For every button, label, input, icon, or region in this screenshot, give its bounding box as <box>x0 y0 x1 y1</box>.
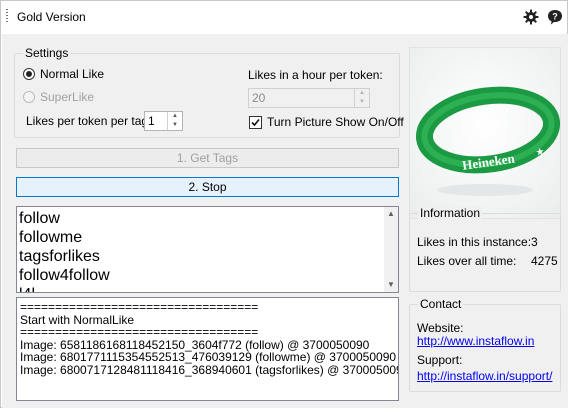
log-lines: ================================== Start … <box>20 300 399 377</box>
tag-item: followme <box>19 229 83 246</box>
likes-instance-label: Likes in this instance: <box>417 235 532 249</box>
title-bar: Gold Version ? <box>1 1 568 33</box>
window-title: Gold Version <box>17 10 86 24</box>
stepper-arrows[interactable]: ▲ ▼ <box>354 89 369 107</box>
main-panel: Settings Normal Like SuperLike Likes per… <box>2 34 568 408</box>
log-output[interactable]: ================================== Start … <box>16 297 399 401</box>
likes-per-hour-stepper[interactable]: 20 ▲ ▼ <box>248 88 370 108</box>
website-label: Website: <box>417 321 464 335</box>
likes-per-token-per-tag-value: 1 <box>148 114 155 128</box>
likes-per-token-per-tag-label: Likes per token per tag <box>26 114 149 128</box>
log-line: Image: 6801771115354552513_476039129 (fo… <box>20 350 397 364</box>
scroll-down-icon[interactable]: ▼ <box>384 278 398 292</box>
super-like-radio[interactable] <box>23 91 35 103</box>
likes-all-value: 4275 <box>531 254 558 268</box>
picture-show-checkbox[interactable] <box>249 116 262 129</box>
chevron-up-icon[interactable]: ▲ <box>168 112 182 121</box>
tag-item: l4l <box>19 285 110 292</box>
website-link[interactable]: http://www.instaflow.in <box>417 334 534 348</box>
tag-list-textarea[interactable]: follow followme tagsforlikes follow4followl… <box>16 206 399 293</box>
gear-icon[interactable] <box>523 9 539 25</box>
support-link[interactable]: http://instaflow.in/support/ <box>417 369 552 383</box>
scroll-up-icon[interactable]: ▲ <box>384 207 398 221</box>
super-like-label[interactable]: SuperLike <box>40 90 94 104</box>
log-line: Image: 6800717128481118416_368940601 (ta… <box>20 362 399 377</box>
normal-like-radio[interactable] <box>23 68 35 80</box>
stop-button[interactable]: 2. Stop <box>16 177 399 197</box>
support-label: Support: <box>417 353 463 367</box>
tag-item: tagsforlikes <box>19 248 100 265</box>
likes-per-hour-value: 20 <box>252 91 266 105</box>
wristband-photo: Heineken ★ <box>410 48 560 218</box>
log-line: ================================== <box>20 325 259 339</box>
contact-legend: Contact <box>418 297 464 311</box>
chevron-up-icon[interactable]: ▲ <box>355 89 369 98</box>
picture-show-image: Heineken ★ <box>409 47 561 219</box>
tag-item: follow4follow <box>19 267 110 284</box>
tag-list-scrollbar[interactable]: ▲ ▼ <box>384 207 398 292</box>
likes-instance-value: 3 <box>531 235 538 249</box>
chevron-down-icon[interactable]: ▼ <box>168 121 182 130</box>
likes-all-label: Likes over all time: <box>417 254 517 268</box>
chevron-down-icon[interactable]: ▼ <box>355 98 369 107</box>
stepper-arrows[interactable]: ▲ ▼ <box>167 112 182 130</box>
information-legend: Information <box>418 206 483 220</box>
tag-item: follow <box>19 210 60 227</box>
settings-legend: Settings <box>23 46 71 60</box>
get-tags-button[interactable]: 1. Get Tags <box>16 148 399 168</box>
log-line: ================================== <box>20 300 259 314</box>
picture-show-label[interactable]: Turn Picture Show On/Off <box>267 115 404 129</box>
drag-grip[interactable] <box>6 9 8 23</box>
svg-text:?: ? <box>552 12 558 22</box>
likes-per-hour-label: Likes in a hour per token: <box>248 68 383 82</box>
tag-lines: follow followme tagsforlikes follow4followl… <box>19 209 110 292</box>
help-bubble-icon[interactable]: ? <box>547 9 563 25</box>
checkmark-icon <box>251 118 260 127</box>
normal-like-label[interactable]: Normal Like <box>40 67 104 81</box>
likes-per-token-per-tag-stepper[interactable]: 1 ▲ ▼ <box>144 111 183 131</box>
information-group: Information <box>409 206 561 292</box>
app-window: Gold Version ? Settings Normal Like Supe… <box>0 0 568 408</box>
star-icon: ★ <box>535 146 545 158</box>
